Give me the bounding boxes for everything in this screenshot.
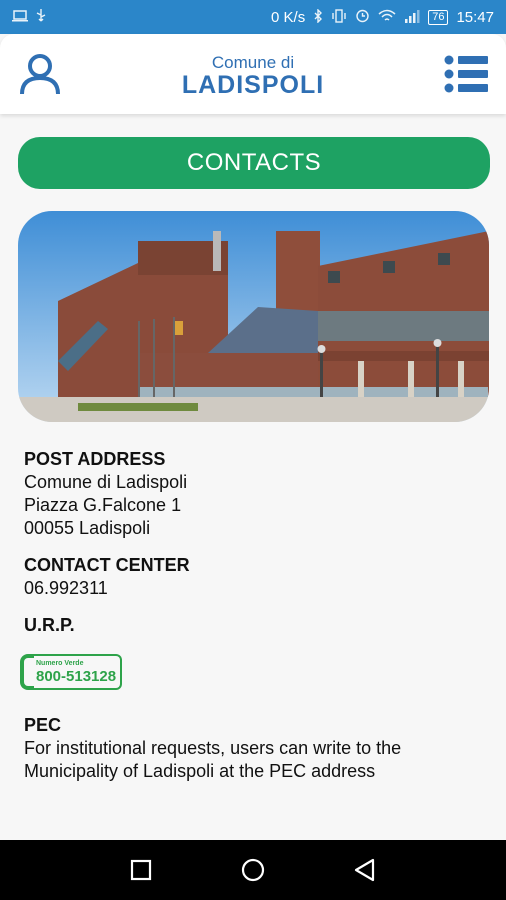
badge-caption: Numero Verde bbox=[36, 660, 84, 667]
post-address-heading: POST ADDRESS bbox=[24, 449, 166, 469]
urp-heading: U.R.P. bbox=[24, 615, 75, 635]
municipality-logo: Comune di LADISPOLI bbox=[150, 53, 356, 99]
usb-icon bbox=[36, 8, 46, 26]
main-content[interactable]: CONTACTS POST ADDRESS Comune di Ladispol… bbox=[0, 114, 506, 840]
recent-apps-icon[interactable] bbox=[129, 858, 153, 882]
net-speed: 0 K/s bbox=[271, 8, 306, 26]
menu-list-icon[interactable] bbox=[444, 54, 490, 94]
contact-center-phone[interactable]: 06.992311 bbox=[24, 577, 484, 600]
pec-text: For institutional requests, users can wr… bbox=[24, 738, 402, 781]
system-nav-bar bbox=[0, 840, 506, 900]
post-address-section: POST ADDRESS Comune di Ladispoli Piazza … bbox=[24, 448, 484, 540]
home-icon[interactable] bbox=[241, 858, 265, 882]
logo-title: LADISPOLI bbox=[181, 71, 325, 99]
status-right: 0 K/s 76 15:47 bbox=[271, 7, 494, 26]
town-hall-photo bbox=[18, 211, 489, 422]
phone-handset-icon bbox=[20, 654, 34, 690]
alarm-icon bbox=[355, 8, 370, 26]
contact-info: POST ADDRESS Comune di Ladispoli Piazza … bbox=[20, 448, 484, 797]
toll-free-badge[interactable]: Numero Verde 800-513128 bbox=[20, 653, 123, 691]
bluetooth-icon bbox=[313, 7, 323, 26]
wifi-icon bbox=[378, 9, 396, 26]
badge-body: Numero Verde 800-513128 bbox=[34, 654, 123, 690]
vibrate-icon bbox=[331, 8, 347, 26]
back-icon[interactable] bbox=[353, 858, 377, 882]
status-bar: 0 K/s 76 15:47 bbox=[0, 0, 506, 34]
logo-subtitle: Comune di bbox=[211, 53, 295, 72]
app-header: Comune di LADISPOLI bbox=[0, 34, 506, 114]
toll-free-number: 800-513128 bbox=[36, 668, 117, 685]
urp-section: U.R.P. Numero Verde 800-513128 bbox=[20, 614, 484, 696]
address-line: Piazza G.Falcone 1 bbox=[24, 495, 182, 515]
user-icon[interactable] bbox=[18, 52, 62, 96]
contact-center-section: CONTACT CENTER 06.992311 bbox=[24, 554, 484, 600]
laptop-icon bbox=[12, 9, 28, 25]
clock: 15:47 bbox=[456, 8, 494, 26]
status-left bbox=[12, 8, 46, 26]
pec-heading: PEC bbox=[24, 715, 62, 735]
battery-level: 76 bbox=[428, 9, 449, 25]
signal-icon bbox=[404, 9, 420, 26]
address-line: Comune di Ladispoli bbox=[24, 472, 188, 492]
address-line: 00055 Ladispoli bbox=[24, 518, 151, 538]
contacts-button[interactable]: CONTACTS bbox=[18, 137, 490, 189]
pec-section: PEC For institutional requests, users ca… bbox=[24, 714, 484, 783]
contact-center-heading: CONTACT CENTER bbox=[24, 555, 190, 575]
